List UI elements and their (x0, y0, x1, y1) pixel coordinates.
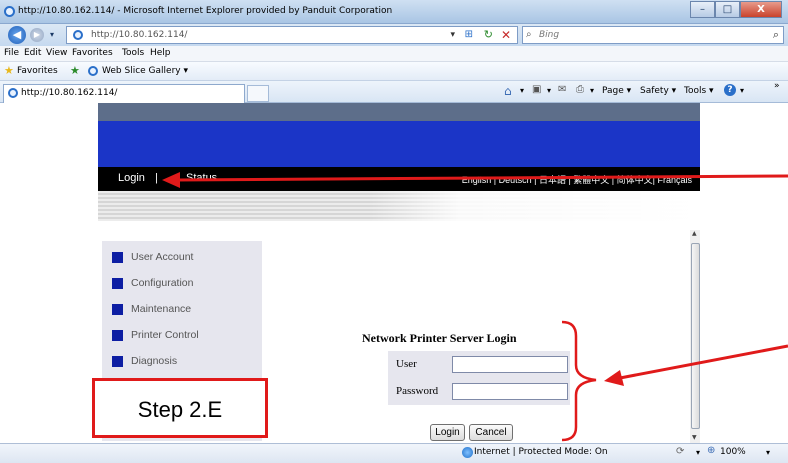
arrowhead-login (162, 172, 180, 188)
arrow-to-login-link (175, 174, 788, 182)
form-brace (561, 320, 597, 442)
arrowhead-form (604, 370, 624, 386)
arrow-to-login-form (619, 344, 788, 380)
annotation-arrows (162, 172, 788, 442)
